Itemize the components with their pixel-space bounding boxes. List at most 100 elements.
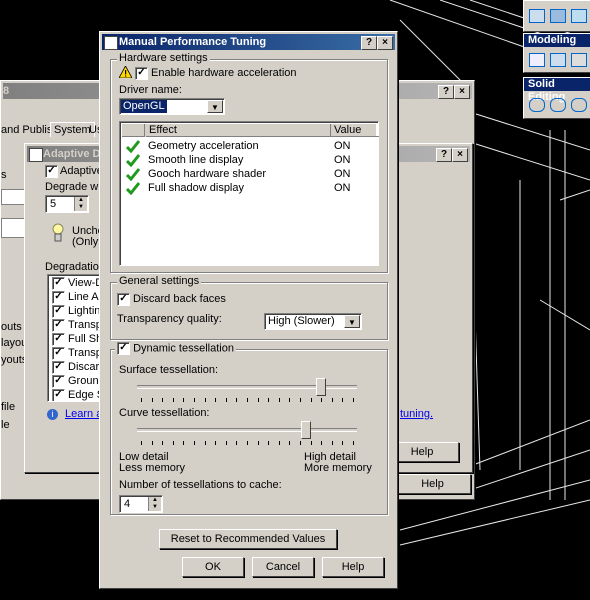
degrade-fps-spinner[interactable]: 5 ▲ ▼ <box>45 195 89 213</box>
general-settings-label: General settings <box>117 275 202 287</box>
info-icon: i <box>47 409 58 420</box>
revolve-icon[interactable] <box>550 53 566 67</box>
reset-recommended-button[interactable]: Reset to Recommended Values <box>159 529 337 549</box>
view-box-icon[interactable] <box>571 9 587 23</box>
slider-tick <box>331 398 333 402</box>
lightbulb-icon <box>52 223 64 242</box>
list-item-checkbox[interactable]: ✓ <box>52 361 65 374</box>
surface-tessellation-label: Surface tessellation: <box>119 364 219 376</box>
union-icon[interactable] <box>529 98 545 112</box>
adaptive-help-title-button[interactable]: ? <box>436 148 452 162</box>
list-item-checkbox[interactable]: ✓ <box>52 375 65 388</box>
green-check-icon <box>126 140 140 153</box>
modeling-toolbar-title: Modeling <box>524 34 590 47</box>
options-close-button[interactable]: × <box>454 85 470 99</box>
sweep-icon[interactable] <box>571 53 587 67</box>
effect-column-header[interactable]: Effect <box>146 124 331 137</box>
driver-name-select[interactable]: OpenGL ▼ <box>119 98 225 115</box>
slider-tick <box>310 441 312 445</box>
cancel-button[interactable]: Cancel <box>252 557 314 577</box>
curve-tessellation-slider[interactable] <box>137 421 357 447</box>
table-row[interactable]: Geometry acceleration ON <box>122 139 376 153</box>
dynamic-tessellation-header: ✓ Dynamic tessellation <box>115 342 236 355</box>
extrude-icon[interactable] <box>529 53 545 67</box>
hardware-settings-group: Hardware settings ✓ Enable hardware acce… <box>110 52 388 273</box>
dialog-app-icon <box>104 36 118 50</box>
hardware-settings-label: Hardware settings <box>117 52 210 64</box>
list-item-checkbox[interactable]: ✓ <box>52 305 65 318</box>
slider-tick <box>257 441 259 445</box>
options-help-button[interactable]: Help <box>394 474 471 494</box>
effect-value: ON <box>334 154 351 166</box>
dynamic-tessellation-checkbox[interactable]: ✓ <box>117 342 130 355</box>
slider-tick <box>172 441 174 445</box>
slider-tick <box>289 441 291 445</box>
curve-tessellation-label: Curve tessellation: <box>119 407 210 419</box>
num-tessellations-spinner[interactable]: 4 ▲ ▼ <box>119 495 163 513</box>
list-item-checkbox[interactable]: ✓ <box>52 319 65 332</box>
slider-tick <box>151 441 153 445</box>
help-button[interactable]: Help <box>322 557 384 577</box>
subtract-icon[interactable] <box>550 98 566 112</box>
spinner-arrows[interactable]: ▲ ▼ <box>148 497 161 511</box>
value-column-header[interactable]: Value <box>331 124 379 137</box>
chevron-down-icon[interactable]: ▼ <box>207 100 223 113</box>
enable-hardware-acceleration-checkbox[interactable]: ✓ <box>135 67 148 80</box>
general-settings-group: General settings ✓ Discard back faces Tr… <box>110 275 388 340</box>
slider-tick <box>321 441 323 445</box>
slider-tick <box>204 398 206 402</box>
slider-tick <box>236 441 238 445</box>
options-help-title-button[interactable]: ? <box>438 85 454 99</box>
surface-tessellation-slider[interactable] <box>137 378 357 404</box>
list-item-checkbox[interactable]: ✓ <box>52 291 65 304</box>
intersect-icon[interactable] <box>571 98 587 112</box>
green-check-icon <box>126 182 140 195</box>
slider-tick <box>215 398 217 402</box>
dialog-close-button[interactable]: × <box>377 36 393 50</box>
slider-tick <box>353 398 354 402</box>
slider-tick <box>172 398 174 402</box>
more-memory-label: More memory <box>304 462 372 474</box>
dynamic-tessellation-label: Dynamic tessellation <box>133 342 234 355</box>
discard-back-faces-checkbox[interactable]: ✓ <box>117 293 130 306</box>
warning-icon <box>119 66 132 78</box>
tuning-link[interactable]: tuning. <box>400 408 433 420</box>
adaptive-close-button[interactable]: × <box>452 148 468 162</box>
curve-slider-ticks <box>137 441 357 445</box>
table-row[interactable]: Smooth line display ON <box>122 153 376 167</box>
slider-tick <box>278 441 280 445</box>
adaptive-degradation-checkbox[interactable]: ✓ <box>45 165 58 178</box>
surface-slider-ticks <box>137 398 357 402</box>
ok-button[interactable]: OK <box>182 557 244 577</box>
list-item-checkbox[interactable]: ✓ <box>52 333 65 346</box>
chevron-down-icon[interactable]: ▼ <box>344 315 360 328</box>
options-title-number: 8 <box>3 85 10 97</box>
slider-tick <box>141 441 142 445</box>
list-item-checkbox[interactable]: ✓ <box>52 277 65 290</box>
dialog-help-title-button[interactable]: ? <box>361 36 377 50</box>
view-front-icon[interactable] <box>529 9 545 23</box>
less-memory-label: Less memory <box>119 462 186 474</box>
slider-tick <box>183 398 185 402</box>
solid-editing-toolbar-title: Solid Editing <box>524 78 590 103</box>
slider-tick <box>321 398 323 402</box>
surface-slider-thumb[interactable] <box>315 378 326 396</box>
dynamic-tessellation-group: ✓ Dynamic tessellation Surface tessellat… <box>110 342 388 515</box>
effect-name: Geometry acceleration <box>148 140 259 152</box>
table-row[interactable]: Gooch hardware shader ON <box>122 167 376 181</box>
slider-tick <box>151 398 153 402</box>
transparency-quality-select[interactable]: High (Slower) ▼ <box>264 313 362 330</box>
list-item-checkbox[interactable]: ✓ <box>52 389 65 401</box>
driver-name-label: Driver name: <box>119 84 182 96</box>
dialog-title: Manual Performance Tuning <box>119 36 267 48</box>
effects-table: Effect Value Geometry acceleration ON Sm… <box>119 121 379 266</box>
options-side-label: outs <box>1 321 22 333</box>
curve-slider-thumb[interactable] <box>300 421 311 439</box>
tab-system[interactable]: System <box>50 122 95 137</box>
spinner-arrows[interactable]: ▲ ▼ <box>74 197 87 211</box>
green-check-icon <box>126 154 140 167</box>
table-row[interactable]: Full shadow display ON <box>122 181 376 195</box>
green-check-icon <box>126 168 140 181</box>
view-iso-icon[interactable] <box>550 9 566 23</box>
list-item-checkbox[interactable]: ✓ <box>52 347 65 360</box>
